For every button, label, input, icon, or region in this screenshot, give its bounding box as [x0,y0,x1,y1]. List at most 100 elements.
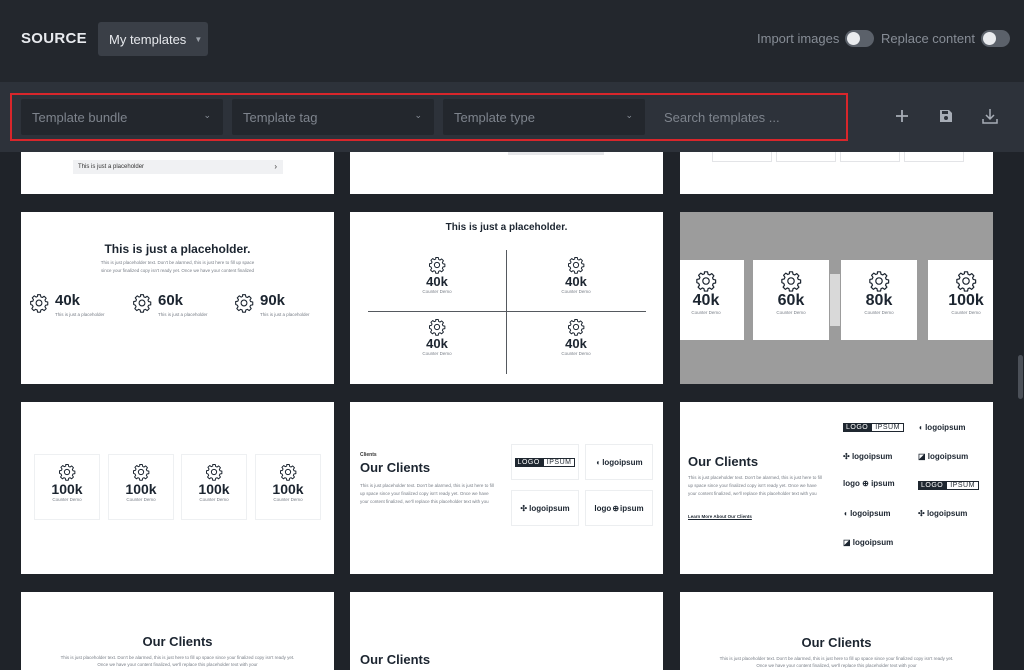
logo-item: LOGO IPSUM [843,423,904,432]
logo-part: LOGO [514,457,543,467]
template-tag-select[interactable]: Template tag ⌄ [232,99,434,135]
save-icon[interactable] [935,105,957,127]
card-title: Our Clients [360,652,431,667]
plus-icon[interactable] [891,105,913,127]
counter-caption: Counter Demo [422,351,452,356]
counter-value: 100k [272,481,304,497]
logo-text: logoipsum [602,457,643,467]
filter-bar: Template bundle ⌄ Template tag ⌄ Templat… [0,82,1024,152]
gear-icon [29,293,49,313]
counter-item: 100k Counter Demo [928,260,993,340]
templates-dropdown-label: My templates [109,31,187,47]
counter-caption: This is just a placeholder [158,312,208,317]
logo-item: LOGO IPSUM [918,481,979,490]
counter-value: 80k [865,292,893,309]
template-card-counter-4[interactable]: 100k Counter Demo 100k Counter Demo 100k Coun… [21,402,334,574]
counter-item: 40k Counter Demo [398,256,476,306]
logo-text: logo [843,479,860,488]
logo-text: logo [594,503,612,513]
counter-caption: This is just a placeholder [55,312,105,317]
gear-icon [841,270,917,292]
logo-mark-icon: ⊕ [862,479,869,488]
logo-item: ◪ logoipsum [843,538,893,547]
placeholder-box [840,152,900,162]
template-card-counter-3[interactable]: 40k Counter Demo 60k Counter Demo 80k Counter… [680,212,993,384]
counter-caption: Counter Demo [776,310,806,315]
logo-tile: LOGO IPSUM [511,444,579,480]
template-card-clients-5[interactable]: Our Clients This is just placeholder tex… [680,592,993,670]
template-card-counter-2[interactable]: This is just a placeholder. 40k Counter D… [350,212,663,384]
replace-content-label: Replace content [881,31,975,46]
counter-item: 80k Counter Demo [841,260,917,340]
logo-mark-icon: ✣ [918,509,925,518]
counter-value: 40k [565,274,587,289]
template-card-clients-2[interactable]: Our Clients This is just placeholder tex… [680,402,993,574]
logo-text: logoipsum [926,509,968,518]
gear-icon [256,463,320,481]
chevron-down-icon: ⌄ [203,110,211,120]
template-tag-placeholder: Template tag [243,109,318,125]
template-card-clients-3[interactable]: Our Clients This is just placeholder tex… [21,592,334,670]
card-title: This is just a placeholder. [104,242,251,256]
counter-value: 60k [777,292,805,309]
templates-dropdown[interactable]: My templates ▼ [98,22,208,56]
import-images-toggle-group: Import images [757,30,875,47]
logo-text: logoipsum [852,538,894,547]
gear-icon [182,463,246,481]
replace-content-toggle[interactable] [980,30,1010,47]
card-description: This is just placeholder text. Don't be … [60,655,295,667]
counter-value: 90k [260,292,286,309]
template-card-counter-1[interactable]: This is just a placeholder. This is just… [21,212,334,384]
toggle-knob [847,32,861,45]
counter-caption: Counter Demo [422,289,452,294]
card-title: Our Clients [142,634,213,649]
counter-caption: Counter Demo [199,497,229,502]
placeholder-bar-text: This is just a placeholder [78,164,145,170]
background-stripe [830,274,840,326]
template-card[interactable] [350,152,663,194]
scrollbar-thumb[interactable] [1018,355,1023,399]
counter-item: 100k Counter Demo [34,454,100,520]
template-card[interactable] [680,152,993,194]
counter-caption: This is just a placeholder [260,312,310,317]
download-icon[interactable] [979,105,1001,127]
eyebrow-label: Clients [360,452,377,458]
card-title: Our Clients [688,454,759,469]
gear-icon [753,270,829,292]
chevron-down-icon: ⌄ [414,110,422,120]
counter-caption: Counter Demo [691,310,721,315]
logo-item: ✣ logoipsum [918,509,967,518]
gear-icon [398,256,476,274]
template-type-select[interactable]: Template type ⌄ [443,99,645,135]
template-bundle-select[interactable]: Template bundle ⌄ [21,99,223,135]
search-templates-input[interactable] [655,99,835,135]
counter-caption: Counter Demo [561,289,591,294]
card-description: This is just placeholder text. Don't be … [100,260,255,273]
gear-icon [680,270,744,292]
card-description: This is just placeholder text. Don't be … [688,475,822,496]
template-bundle-placeholder: Template bundle [32,109,128,125]
logo-part: IPSUM [542,457,576,467]
counter-value: 40k [565,336,587,351]
template-card-clients-1[interactable]: Clients Our Clients This is just placeho… [350,402,663,574]
logo-text: logoipsum [529,503,570,513]
chevron-down-icon: ⌄ [625,110,633,120]
card-description: This is just placeholder text. Don't be … [360,483,494,504]
learn-more-link[interactable]: Learn More About Our Clients [688,514,752,519]
counter-item: 40k Counter Demo [680,260,744,340]
gear-icon [35,463,99,481]
counter-item: 100k Counter Demo [108,454,174,520]
counter-value: 40k [55,292,81,309]
counter-caption: Counter Demo [561,351,591,356]
chevron-down-icon: ▼ [194,34,203,44]
grid-divider-vertical [506,250,507,374]
logo-tile: ◖ logoipsum [585,444,653,480]
template-card[interactable]: This is just a placeholder › [21,152,334,194]
logo-mark-icon: ◖ [843,509,848,518]
counter-value: 40k [692,292,720,309]
template-card-clients-4[interactable]: Our Clients [350,592,663,670]
placeholder-box [776,152,836,162]
import-images-toggle[interactable] [845,30,875,47]
counter-value: 100k [198,481,230,497]
logo-item: ◖ logoipsum [918,423,966,432]
